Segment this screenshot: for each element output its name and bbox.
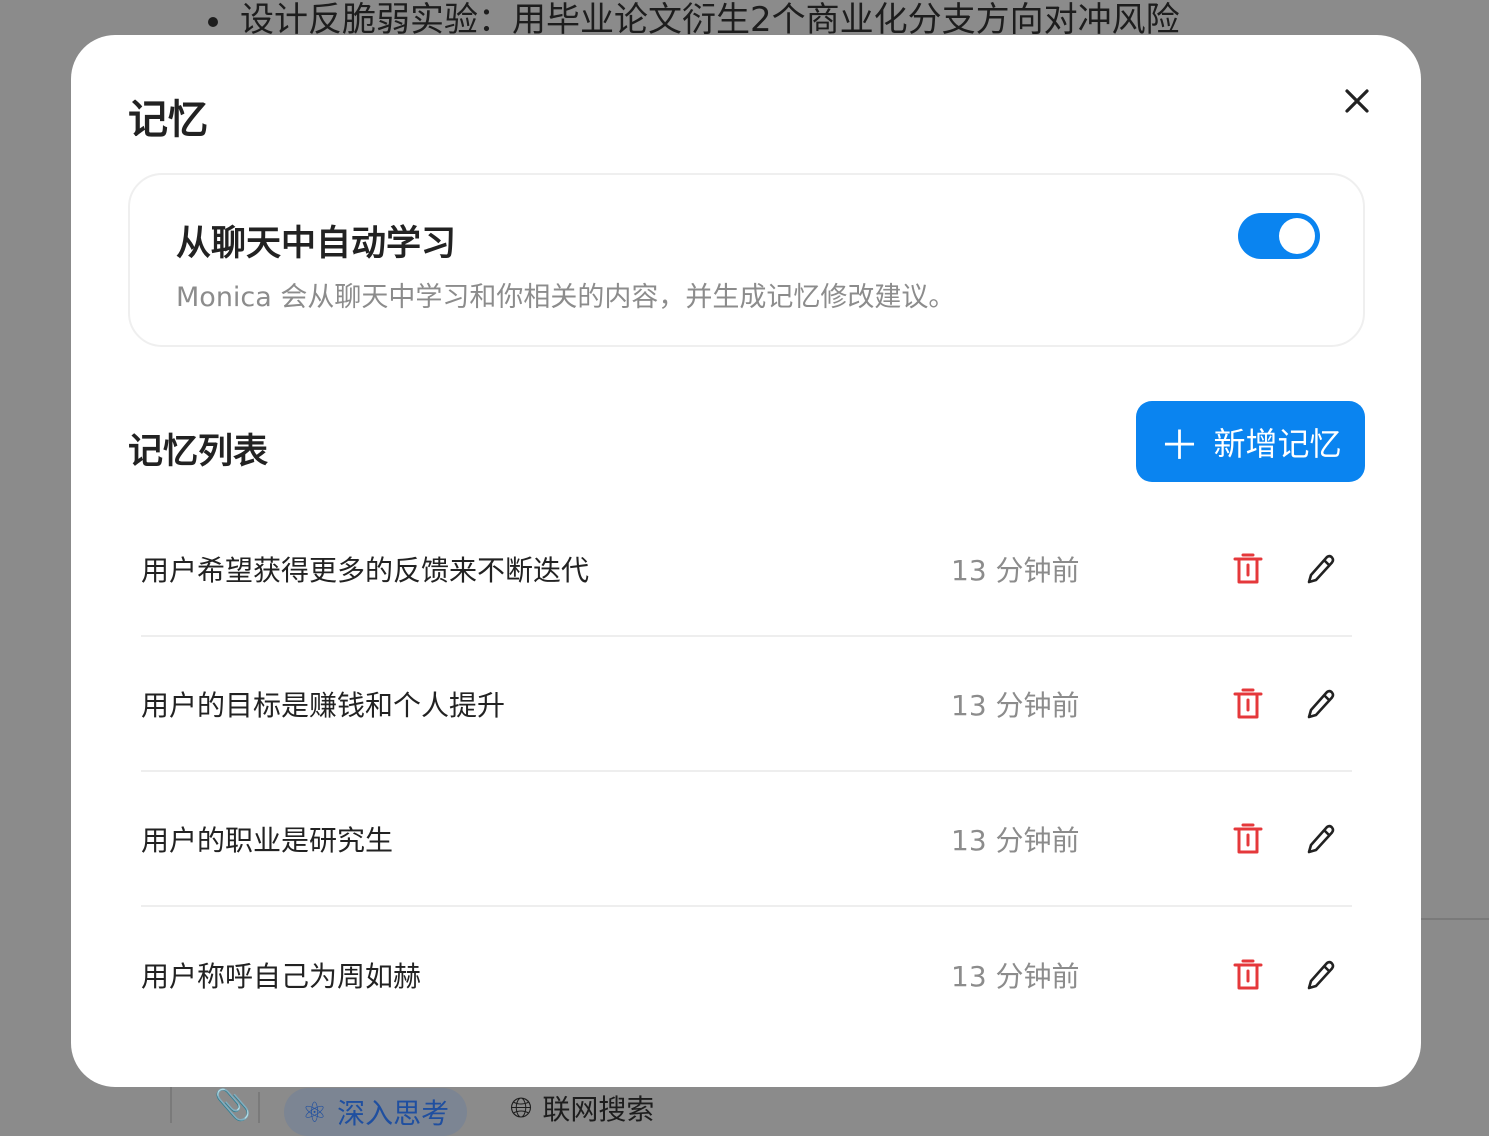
delete-icon[interactable] [1231,821,1265,857]
edit-pencil-icon[interactable] [1303,686,1337,722]
globe-icon: 🌐︎ [510,1091,533,1124]
memory-time: 13 分钟前 [951,553,1080,587]
web-search-button[interactable]: 🌐︎ 联网搜索 [510,1088,654,1128]
memory-item: 用户称呼自己为周如赫 13 分钟前 [141,907,1352,1042]
delete-icon[interactable] [1231,551,1265,587]
attach-icon[interactable]: 📎 [214,1088,251,1123]
memory-text: 用户称呼自己为周如赫 [141,959,422,993]
web-search-label: 联网搜索 [542,1093,655,1126]
plus-icon: ＋ [1159,423,1200,468]
delete-icon[interactable] [1231,686,1265,722]
memory-time: 13 分钟前 [951,688,1080,722]
memory-text: 用户的职业是研究生 [141,823,394,857]
edit-pencil-icon[interactable] [1303,821,1337,857]
memory-text: 用户希望获得更多的反馈来不断迭代 [141,553,590,587]
auto-learn-title: 从聊天中自动学习 [176,224,457,264]
background-bullet-text: 设计反脆弱实验：用毕业论文衍生2个商业化分支方向对冲风险 [240,0,1180,40]
add-memory-label: 新增记忆 [1213,425,1342,462]
auto-learn-card: 从聊天中自动学习 Monica 会从聊天中学习和你相关的内容，并生成记忆修改建议… [128,173,1365,347]
close-icon[interactable] [1339,83,1375,119]
background-divider [1420,918,1489,920]
add-memory-button[interactable]: ＋ 新增记忆 [1136,401,1365,482]
edit-pencil-icon[interactable] [1303,957,1337,993]
memory-list-title: 记忆列表 [128,432,269,472]
atom-icon: ⚛ [302,1095,328,1129]
toolbar-divider [258,1092,260,1123]
deep-think-label: 深入思考 [337,1097,450,1130]
delete-icon[interactable] [1231,957,1265,993]
memory-time: 13 分钟前 [951,823,1080,857]
auto-learn-description: Monica 会从聊天中学习和你相关的内容，并生成记忆修改建议。 [176,282,956,313]
modal-title: 记忆 [128,97,208,143]
toggle-knob [1279,218,1315,254]
auto-learn-toggle[interactable] [1238,213,1320,259]
memory-item: 用户希望获得更多的反馈来不断迭代 13 分钟前 [141,502,1352,637]
edit-pencil-icon[interactable] [1303,551,1337,587]
memory-modal: 记忆 从聊天中自动学习 Monica 会从聊天中学习和你相关的内容，并生成记忆修… [71,35,1421,1087]
memory-text: 用户的目标是赚钱和个人提升 [141,688,506,722]
deep-think-button[interactable]: ⚛ 深入思考 [284,1088,468,1136]
memory-item: 用户的目标是赚钱和个人提升 13 分钟前 [141,637,1352,772]
memory-item: 用户的职业是研究生 13 分钟前 [141,772,1352,907]
memory-time: 13 分钟前 [951,959,1080,993]
